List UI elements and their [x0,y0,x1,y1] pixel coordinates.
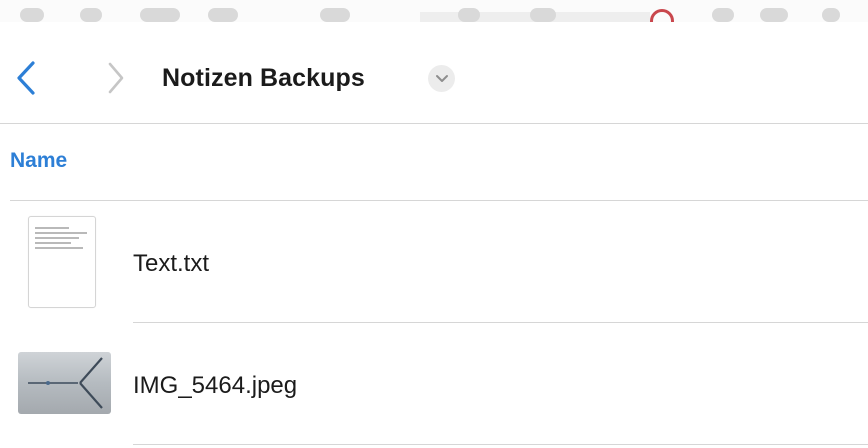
back-button[interactable] [8,56,44,100]
header-divider [0,123,868,124]
file-name: Text.txt [133,250,210,277]
image-thumbnail [18,352,111,414]
file-row[interactable]: Text.txt [0,202,868,324]
folder-title[interactable]: Notizen Backups [162,58,365,98]
row-divider [133,322,868,323]
folder-menu-button[interactable] [428,65,455,92]
chevron-right-icon [108,62,124,94]
top-toolbar-strip [0,0,868,22]
file-row[interactable]: IMG_5464.jpeg [0,324,868,446]
sort-by-name-header[interactable]: Name [10,146,67,176]
forward-button[interactable] [98,56,134,100]
column-header-divider [10,200,868,201]
text-document-icon [28,216,96,308]
chevron-left-icon [17,61,35,95]
files-app-window: Notizen Backups Name Text.txt IMG_5464.j… [0,0,868,448]
navigation-bar: Notizen Backups [0,38,868,118]
row-divider [133,444,868,445]
file-name: IMG_5464.jpeg [133,372,298,399]
chevron-down-icon [435,74,448,82]
